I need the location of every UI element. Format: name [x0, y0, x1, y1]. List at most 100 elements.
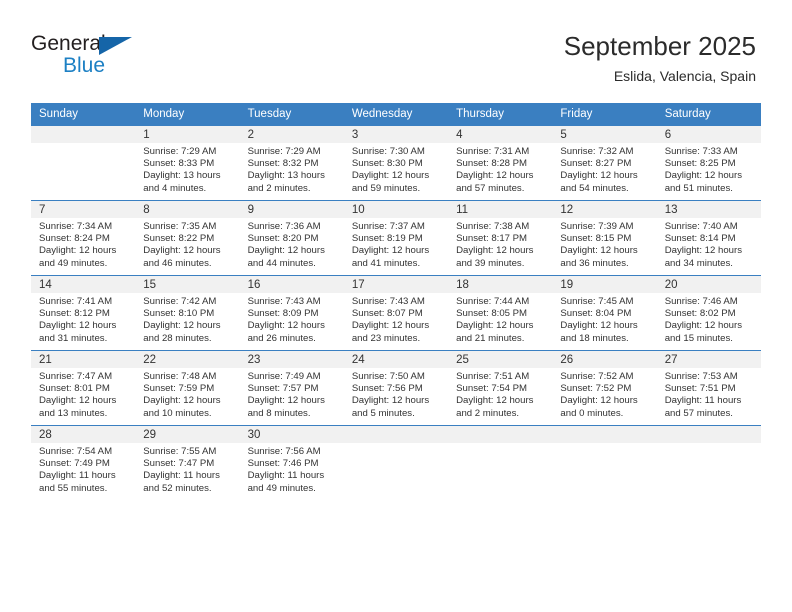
day-detail-block: Sunrise: 7:34 AM Sunset: 8:24 PM Daylight:…	[31, 218, 135, 270]
title-block: September 2025 Eslida, Valencia, Spain	[564, 30, 756, 85]
sunrise-text: Sunrise: 7:36 AM	[247, 221, 321, 232]
sunrise-text: Sunrise: 7:49 AM	[247, 371, 321, 382]
day-number: 12	[552, 201, 657, 218]
calendar-day-cell[interactable]: 30 Sunrise: 7:56 AM Sunset: 7:46 PM Dayligh…	[239, 425, 344, 500]
daylight-text-line2: and 44 minutes.	[247, 257, 316, 269]
calendar-day-cell[interactable]: 20 Sunrise: 7:46 AM Sunset: 8:02 PM Dayligh…	[656, 275, 761, 351]
calendar-day-cell[interactable]: 5 Sunrise: 7:32 AM Sunset: 8:27 PM Daylight…	[552, 125, 657, 201]
day-number-placeholder	[343, 426, 449, 443]
sunset-text: Sunset: 8:28 PM	[456, 158, 528, 170]
day-number: 24	[343, 351, 449, 368]
weekday-header-friday: Friday	[552, 103, 657, 126]
daylight-text-line1: Daylight: 12 hours	[456, 245, 534, 257]
calendar-day-cell[interactable]: 16 Sunrise: 7:43 AM Sunset: 8:09 PM Dayligh…	[239, 275, 344, 351]
calendar-day-cell[interactable]: 11 Sunrise: 7:38 AM Sunset: 8:17 PM Dayligh…	[448, 200, 553, 276]
sunrise-text: Sunrise: 7:34 AM	[39, 221, 113, 232]
day-detail-block: Sunrise: 7:29 AM Sunset: 8:33 PM Daylight:…	[135, 143, 239, 195]
calendar-day-cell[interactable]: 7 Sunrise: 7:34 AM Sunset: 8:24 PM Daylight…	[31, 200, 136, 276]
daylight-text-line1: Daylight: 12 hours	[247, 245, 325, 257]
day-number: 4	[448, 126, 553, 143]
day-number: 28	[31, 426, 136, 443]
calendar-day-cell-empty	[31, 125, 136, 201]
daylight-text-line2: and 36 minutes.	[560, 257, 629, 269]
day-detail-block: Sunrise: 7:56 AM Sunset: 7:46 PM Daylight:…	[240, 443, 344, 495]
sunrise-text: Sunrise: 7:53 AM	[664, 371, 738, 382]
daylight-text-line2: and 2 minutes.	[247, 182, 311, 194]
sunset-text: Sunset: 7:51 PM	[664, 383, 736, 395]
calendar-day-cell[interactable]: 29 Sunrise: 7:55 AM Sunset: 7:47 PM Dayligh…	[135, 425, 240, 500]
calendar-day-cell[interactable]: 27 Sunrise: 7:53 AM Sunset: 7:51 PM Dayligh…	[656, 350, 761, 426]
sunrise-text: Sunrise: 7:43 AM	[247, 296, 321, 307]
day-detail-block: Sunrise: 7:43 AM Sunset: 8:07 PM Daylight:…	[344, 293, 448, 345]
sunset-text: Sunset: 8:24 PM	[39, 233, 110, 245]
day-detail-block: Sunrise: 7:29 AM Sunset: 8:32 PM Daylight:…	[240, 143, 344, 195]
day-number: 23	[239, 351, 344, 368]
daylight-text-line2: and 54 minutes.	[560, 182, 629, 194]
calendar-day-cell[interactable]: 24 Sunrise: 7:50 AM Sunset: 7:56 PM Dayligh…	[343, 350, 449, 426]
general-blue-logo[interactable]: General Blue	[31, 33, 146, 81]
sunset-text: Sunset: 8:17 PM	[456, 233, 528, 245]
sunset-text: Sunset: 8:02 PM	[664, 308, 736, 320]
daylight-text-line1: Daylight: 12 hours	[247, 320, 325, 332]
sunrise-text: Sunrise: 7:56 AM	[247, 446, 321, 457]
calendar-day-cell[interactable]: 2 Sunrise: 7:29 AM Sunset: 8:32 PM Daylight…	[239, 125, 344, 201]
daylight-text-line2: and 10 minutes.	[143, 407, 212, 419]
daylight-text-line1: Daylight: 12 hours	[560, 320, 638, 332]
calendar-day-cell[interactable]: 23 Sunrise: 7:49 AM Sunset: 7:57 PM Dayligh…	[239, 350, 344, 426]
calendar-day-cell[interactable]: 10 Sunrise: 7:37 AM Sunset: 8:19 PM Dayligh…	[343, 200, 449, 276]
calendar-day-cell[interactable]: 12 Sunrise: 7:39 AM Sunset: 8:15 PM Dayligh…	[552, 200, 657, 276]
calendar-day-cell[interactable]: 14 Sunrise: 7:41 AM Sunset: 8:12 PM Dayligh…	[31, 275, 136, 351]
calendar-day-cell[interactable]: 18 Sunrise: 7:44 AM Sunset: 8:05 PM Dayligh…	[448, 275, 553, 351]
day-number: 13	[656, 201, 761, 218]
daylight-text-line1: Daylight: 12 hours	[247, 395, 325, 407]
calendar-day-cell[interactable]: 9 Sunrise: 7:36 AM Sunset: 8:20 PM Daylight…	[239, 200, 344, 276]
daylight-text-line1: Daylight: 13 hours	[247, 170, 325, 182]
calendar-day-cell[interactable]: 25 Sunrise: 7:51 AM Sunset: 7:54 PM Dayligh…	[448, 350, 553, 426]
day-number: 19	[552, 276, 657, 293]
location-subtitle: Eslida, Valencia, Spain	[613, 68, 756, 84]
calendar-day-cell[interactable]: 19 Sunrise: 7:45 AM Sunset: 8:04 PM Dayligh…	[552, 275, 657, 351]
daylight-text-line1: Daylight: 12 hours	[143, 245, 221, 257]
calendar-day-cell[interactable]: 15 Sunrise: 7:42 AM Sunset: 8:10 PM Dayligh…	[135, 275, 240, 351]
sunrise-text: Sunrise: 7:50 AM	[351, 371, 425, 382]
sunset-text: Sunset: 8:32 PM	[247, 158, 319, 170]
daylight-text-line2: and 13 minutes.	[39, 407, 108, 419]
day-number: 18	[448, 276, 553, 293]
calendar-week-row: 21 Sunrise: 7:47 AM Sunset: 8:01 PM Dayligh…	[31, 350, 761, 426]
sunset-text: Sunset: 8:30 PM	[351, 158, 423, 170]
sunrise-text: Sunrise: 7:33 AM	[664, 146, 738, 157]
calendar-day-cell[interactable]: 1 Sunrise: 7:29 AM Sunset: 8:33 PM Daylight…	[135, 125, 240, 201]
day-number-placeholder	[31, 126, 136, 143]
day-detail-block: Sunrise: 7:44 AM Sunset: 8:05 PM Daylight:…	[448, 293, 552, 345]
calendar-week-row: 7 Sunrise: 7:34 AM Sunset: 8:24 PM Daylight…	[31, 200, 761, 276]
day-number: 14	[31, 276, 136, 293]
calendar-day-cell[interactable]: 21 Sunrise: 7:47 AM Sunset: 8:01 PM Dayligh…	[31, 350, 136, 426]
daylight-text-line2: and 55 minutes.	[39, 482, 108, 494]
calendar-day-cell[interactable]: 4 Sunrise: 7:31 AM Sunset: 8:28 PM Daylight…	[448, 125, 553, 201]
daylight-text-line2: and 28 minutes.	[143, 332, 212, 344]
calendar-day-cell[interactable]: 26 Sunrise: 7:52 AM Sunset: 7:52 PM Dayligh…	[552, 350, 657, 426]
sunrise-text: Sunrise: 7:48 AM	[143, 371, 217, 382]
day-detail-block: Sunrise: 7:51 AM Sunset: 7:54 PM Daylight:…	[448, 368, 552, 420]
sunset-text: Sunset: 8:27 PM	[560, 158, 632, 170]
calendar-day-cell[interactable]: 28 Sunrise: 7:54 AM Sunset: 7:49 PM Dayligh…	[31, 425, 136, 500]
day-number-placeholder	[552, 426, 657, 443]
calendar-day-cell[interactable]: 3 Sunrise: 7:30 AM Sunset: 8:30 PM Daylight…	[343, 125, 449, 201]
calendar-day-cell[interactable]: 8 Sunrise: 7:35 AM Sunset: 8:22 PM Daylight…	[135, 200, 240, 276]
daylight-text-line2: and 5 minutes.	[351, 407, 415, 419]
daylight-text-line2: and 18 minutes.	[560, 332, 629, 344]
day-detail-block: Sunrise: 7:39 AM Sunset: 8:15 PM Daylight:…	[552, 218, 656, 270]
calendar-day-cell-empty	[343, 425, 449, 500]
day-detail-block: Sunrise: 7:36 AM Sunset: 8:20 PM Daylight:…	[240, 218, 344, 270]
daylight-text-line1: Daylight: 12 hours	[39, 320, 117, 332]
calendar-day-cell[interactable]: 13 Sunrise: 7:40 AM Sunset: 8:14 PM Dayligh…	[656, 200, 761, 276]
sunrise-text: Sunrise: 7:39 AM	[560, 221, 634, 232]
calendar-day-cell[interactable]: 6 Sunrise: 7:33 AM Sunset: 8:25 PM Daylight…	[656, 125, 761, 201]
weekday-header-row: Sunday Monday Tuesday Wednesday Thursday…	[31, 103, 761, 126]
sunrise-text: Sunrise: 7:54 AM	[39, 446, 113, 457]
calendar-day-cell[interactable]: 17 Sunrise: 7:43 AM Sunset: 8:07 PM Dayligh…	[343, 275, 449, 351]
day-number: 17	[343, 276, 449, 293]
sunrise-text: Sunrise: 7:29 AM	[247, 146, 321, 157]
day-number: 26	[552, 351, 657, 368]
calendar-day-cell[interactable]: 22 Sunrise: 7:48 AM Sunset: 7:59 PM Dayligh…	[135, 350, 240, 426]
